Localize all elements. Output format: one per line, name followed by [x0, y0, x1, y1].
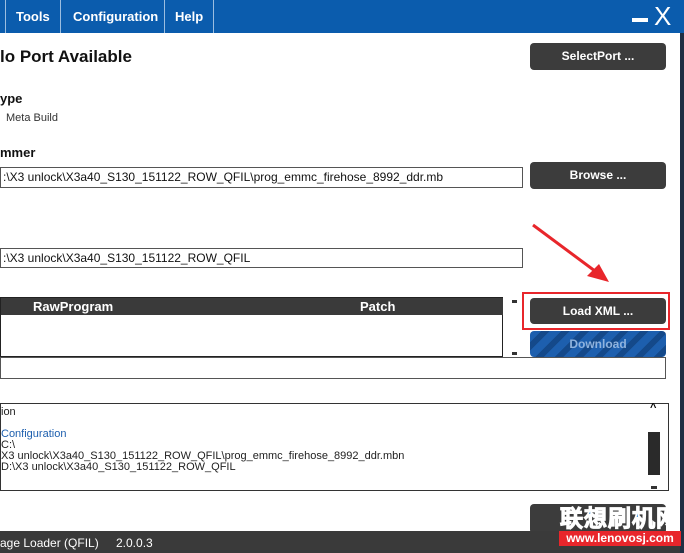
menu-tools[interactable]: Tools: [16, 0, 50, 33]
menu-separator: [213, 0, 214, 33]
close-button[interactable]: X: [654, 0, 671, 33]
app-version: 2.0.0.3: [116, 536, 153, 550]
scroll-marker: [512, 300, 517, 303]
search-path-input[interactable]: :\X3 unlock\X3a40_S130_151122_ROW_QFIL: [0, 248, 523, 268]
scroll-marker: [512, 352, 517, 355]
log-line: Configuration: [1, 428, 67, 440]
column-patch: Patch: [360, 299, 396, 314]
column-rawprogram: RawProgram: [33, 299, 114, 314]
log-line: D:\X3 unlock\X3a40_S130_151122_ROW_QFIL: [1, 461, 236, 473]
log-line: ion: [1, 406, 16, 418]
menu-separator: [60, 0, 61, 33]
menu-bar: Tools Configuration Help X: [0, 0, 684, 33]
scrollbar-thumb[interactable]: [648, 432, 660, 475]
scroll-up-icon[interactable]: ^: [650, 402, 656, 414]
watermark-logo: 联想刷机网 www.lenovosj.com: [559, 505, 681, 546]
window-border: [680, 33, 684, 553]
programmer-path-input[interactable]: :\X3 unlock\X3a40_S130_151122_ROW_QFIL\p…: [0, 167, 523, 188]
programmer-label: mmer: [0, 145, 36, 160]
download-button[interactable]: Download: [530, 331, 666, 357]
browse-button[interactable]: Browse ...: [530, 162, 666, 189]
watermark-url: www.lenovosj.com: [559, 531, 681, 546]
minimize-button[interactable]: [632, 18, 648, 22]
log-box[interactable]: ion Configuration C:\ X3 unlock\X3a40_S1…: [0, 403, 669, 491]
table-header: RawProgram Patch: [1, 298, 503, 315]
progress-field: [0, 357, 666, 379]
app-name: age Loader (QFIL): [0, 536, 99, 550]
port-status: lo Port Available: [0, 47, 132, 66]
meta-build-option[interactable]: Meta Build: [6, 112, 58, 124]
menu-help[interactable]: Help: [175, 0, 203, 33]
menu-separator: [5, 0, 6, 33]
menu-configuration[interactable]: Configuration: [73, 0, 158, 33]
xml-table: RawProgram Patch: [0, 297, 503, 357]
red-arrow-icon: [532, 223, 609, 282]
menu-separator: [164, 0, 165, 33]
select-port-button[interactable]: SelectPort ...: [530, 43, 666, 70]
build-type-label: ype: [0, 91, 23, 106]
watermark-title: 联想刷机网: [560, 505, 680, 531]
scroll-down-icon[interactable]: [651, 486, 657, 489]
load-xml-button[interactable]: Load XML ...: [530, 298, 666, 324]
